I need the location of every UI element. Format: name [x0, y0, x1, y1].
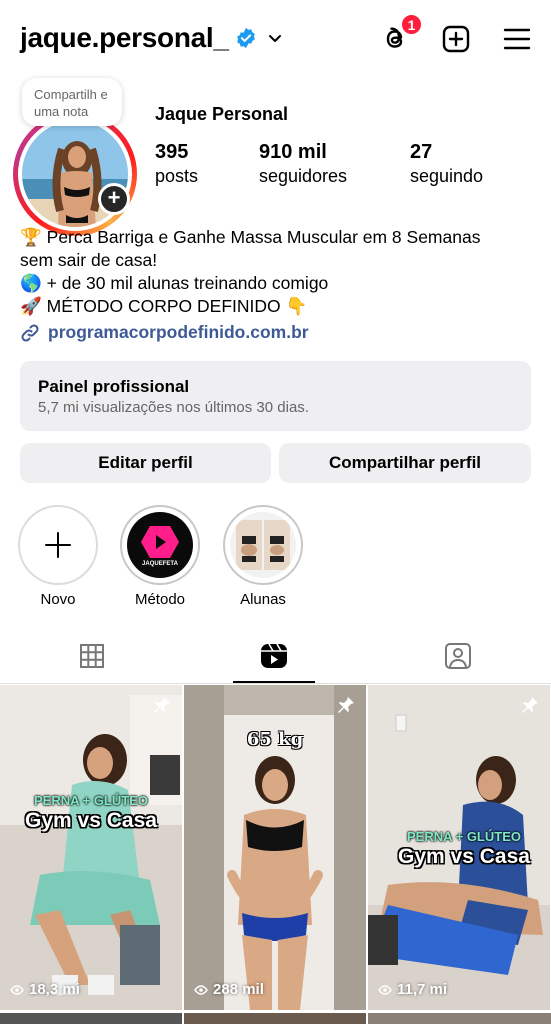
tagged-icon[interactable] [442, 640, 474, 672]
stat-followers-label: seguidores [259, 166, 348, 186]
add-story-button[interactable]: + [98, 183, 130, 215]
grid-icon[interactable] [76, 640, 108, 672]
bio-link-text: programacorpodefinido.com.br [48, 322, 309, 342]
reel-overlay-weight: 65 kg [246, 729, 304, 750]
stat-following[interactable]: 27 seguindo [410, 140, 483, 188]
stat-followers[interactable]: 910 mil seguidores [259, 140, 347, 188]
stat-posts[interactable]: 395 posts [155, 140, 198, 188]
username: jaque.personal_ [20, 22, 229, 53]
avatar-story-ring[interactable] [13, 112, 137, 236]
reel-thumbnail[interactable]: PERNA + GLÚTEO Gym vs Casa 11,7 mi [368, 685, 550, 1010]
highlight-label: Novo [40, 591, 76, 608]
play-hexagon-icon [141, 525, 179, 558]
reel-views-count: 11,7 mi [397, 981, 448, 998]
bio-line: sem sair de casa! [20, 250, 158, 270]
reels-icon[interactable] [258, 640, 290, 672]
display-name: Jaque Personal [155, 104, 289, 124]
pin-icon [522, 697, 538, 713]
reel-thumbnail-partial[interactable] [0, 1013, 182, 1024]
highlight-metodo[interactable]: JAQUEFETA Método [120, 505, 200, 608]
highlight-label: Método [134, 591, 186, 608]
bio-line: 🏆 Perca Barriga e Ganhe Massa Muscular e… [20, 227, 481, 247]
bio-line: 🌎 + de 30 mil alunas treinando comigo [20, 273, 329, 293]
share-profile-button[interactable]: Compartilhar perfil [279, 443, 531, 483]
pin-icon [338, 697, 354, 713]
stat-following-value: 27 [410, 141, 433, 163]
new-post-icon[interactable] [441, 24, 471, 54]
alunas-thumbnail [230, 512, 296, 578]
reel-views: 11,7 mi [378, 981, 447, 998]
eye-icon [194, 984, 208, 995]
reels-grid: PERNA + GLÚTEO Gym vs Casa 18,3 mi 65 kg… [0, 685, 551, 1024]
panel-title: Painel profissional [38, 377, 190, 396]
bio: 🏆 Perca Barriga e Ganhe Massa Muscular e… [20, 226, 535, 318]
reel-thumbnail-partial[interactable] [184, 1013, 366, 1024]
reel-views-count: 288 mil [213, 981, 264, 998]
verified-badge-icon [236, 27, 255, 49]
menu-icon[interactable] [502, 24, 532, 54]
profile-tabs [0, 634, 551, 684]
stat-posts-label: posts [155, 166, 199, 186]
reel-thumbnail[interactable]: PERNA + GLÚTEO Gym vs Casa 18,3 mi [0, 685, 182, 1010]
reel-thumbnail[interactable]: 65 kg 288 mil [184, 685, 366, 1010]
stat-followers-value: 910 mil [259, 141, 327, 163]
reel-thumbnail-partial[interactable] [368, 1013, 551, 1024]
professional-dashboard[interactable]: Painel profissional 5,7 mi visualizações… [20, 361, 531, 431]
pin-icon [154, 697, 170, 713]
eye-icon [10, 984, 24, 995]
stat-following-label: seguindo [410, 166, 484, 186]
reel-overlay-subtitle: PERNA + GLÚTEO [406, 829, 521, 844]
stat-posts-value: 395 [155, 141, 189, 163]
plus-icon [45, 532, 71, 558]
reel-overlay-title: Gym vs Casa [25, 809, 157, 832]
metodo-logo-text: JAQUEFETA [142, 560, 178, 567]
active-tab-indicator [233, 681, 315, 683]
reel-views-count: 18,3 mi [29, 981, 80, 998]
highlight-alunas[interactable]: Alunas [223, 505, 303, 608]
note-bubble[interactable]: Compartilh e uma nota [22, 78, 122, 126]
reel-views: 288 mil [194, 981, 264, 998]
reel-overlay-subtitle: PERNA + GLÚTEO [33, 793, 148, 808]
profile-header: jaque.personal_ 1 [0, 0, 551, 80]
metodo-logo: JAQUEFETA [127, 512, 193, 578]
threads-notification-badge: 1 [400, 13, 423, 36]
account-switcher[interactable]: jaque.personal_ [20, 22, 283, 54]
bio-link[interactable]: programacorpodefinido.com.br [20, 322, 309, 343]
reel-views: 18,3 mi [10, 981, 80, 998]
chevron-down-icon[interactable] [267, 30, 283, 46]
highlight-new[interactable]: Novo [18, 505, 98, 608]
edit-profile-button[interactable]: Editar perfil [20, 443, 271, 483]
bio-line: 🚀 MÉTODO CORPO DEFINIDO 👇 [20, 296, 308, 316]
panel-subtitle: 5,7 mi visualizações nos últimos 30 dias… [38, 399, 309, 416]
eye-icon [378, 984, 392, 995]
highlight-label: Alunas [240, 591, 286, 608]
reel-overlay-title: Gym vs Casa [398, 845, 530, 868]
link-icon [21, 323, 39, 342]
